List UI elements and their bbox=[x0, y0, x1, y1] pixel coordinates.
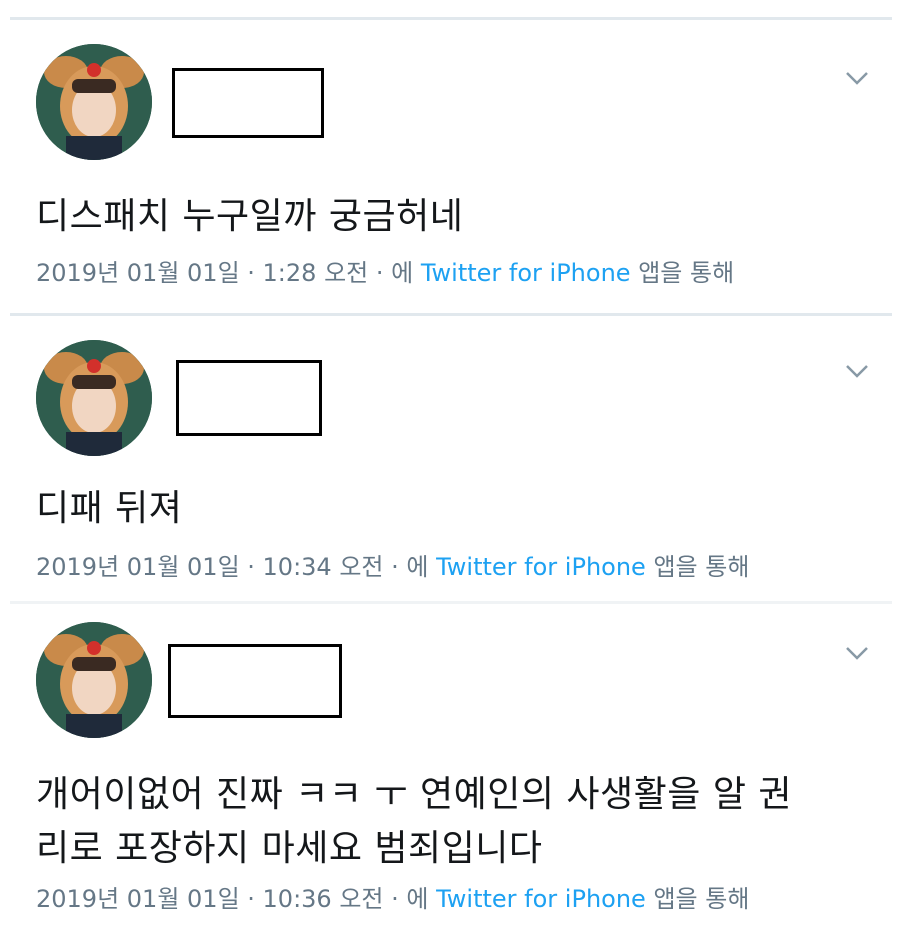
tweet-source-suffix: 앱을 통해 bbox=[653, 553, 750, 581]
chevron-down-icon[interactable] bbox=[845, 645, 869, 661]
tweet-divider bbox=[10, 313, 892, 316]
tweet-date: 2019년 01월 01일 · 10:36 오전 · 에 bbox=[36, 885, 429, 913]
avatar-image bbox=[36, 44, 152, 160]
tweet-source-link[interactable]: Twitter for iPhone bbox=[436, 885, 646, 913]
tweet-date: 2019년 01월 01일 · 10:34 오전 · 에 bbox=[36, 553, 429, 581]
tweet-source-suffix: 앱을 통해 bbox=[638, 259, 735, 287]
tweet-source-suffix: 앱을 통해 bbox=[653, 885, 750, 913]
avatar[interactable] bbox=[36, 340, 152, 456]
tweet-text: 디스패치 누구일까 궁금허네 bbox=[36, 196, 464, 237]
tweet-text: 개어이없어 진짜 ㅋㅋ ㅜ 연예인의 사생활을 알 권리로 포장하지 마세요 범… bbox=[36, 774, 793, 869]
avatar[interactable] bbox=[36, 622, 152, 738]
tweet-divider bbox=[10, 601, 892, 604]
redacted-username bbox=[168, 644, 342, 718]
avatar-image bbox=[36, 340, 152, 456]
redacted-username bbox=[172, 68, 324, 138]
chevron-down-icon[interactable] bbox=[845, 363, 869, 379]
tweet-meta: 2019년 01월 01일 · 1:28 오전 · 에 Twitter for … bbox=[36, 258, 734, 288]
redacted-username bbox=[176, 360, 322, 436]
avatar[interactable] bbox=[36, 44, 152, 160]
tweet-text: 디패 뒤져 bbox=[36, 488, 183, 529]
tweet-meta: 2019년 01월 01일 · 10:36 오전 · 에 Twitter for… bbox=[36, 884, 749, 914]
avatar-image bbox=[36, 622, 152, 738]
chevron-down-icon[interactable] bbox=[845, 70, 869, 86]
tweet-source-link[interactable]: Twitter for iPhone bbox=[421, 259, 631, 287]
tweet-meta: 2019년 01월 01일 · 10:34 오전 · 에 Twitter for… bbox=[36, 552, 749, 582]
tweet-source-link[interactable]: Twitter for iPhone bbox=[436, 553, 646, 581]
top-divider bbox=[10, 17, 892, 20]
tweet-date: 2019년 01월 01일 · 1:28 오전 · 에 bbox=[36, 259, 414, 287]
